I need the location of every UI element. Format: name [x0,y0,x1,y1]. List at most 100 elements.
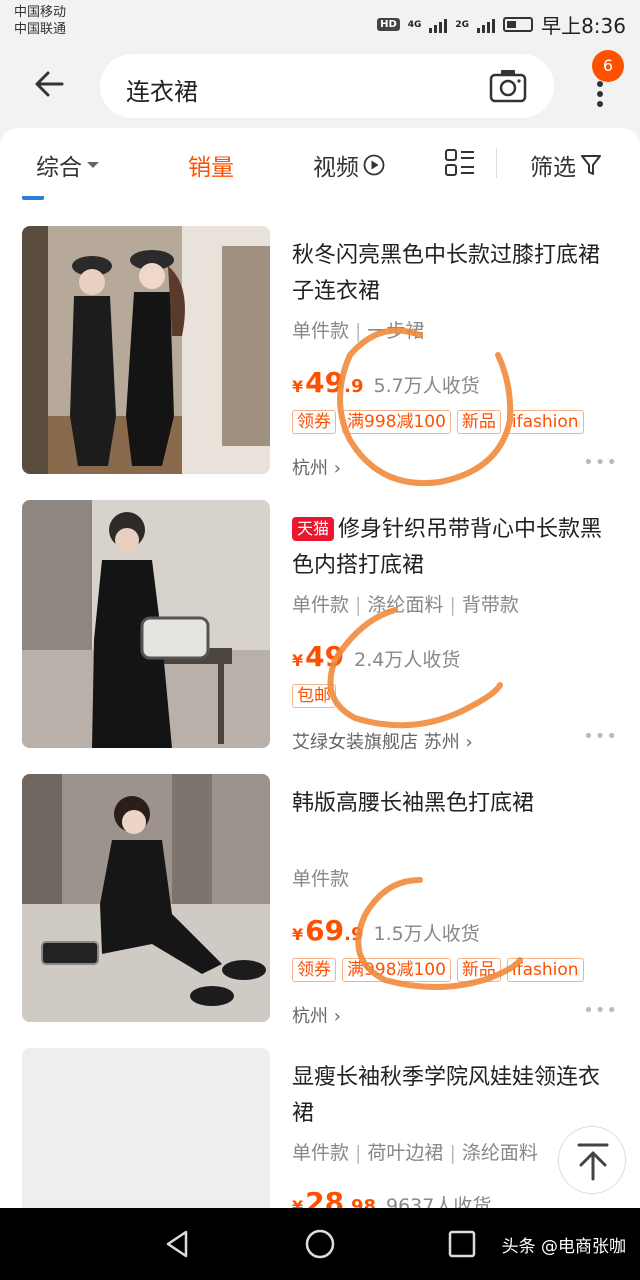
attr: 单件款 [292,320,350,342]
attr: 涤纶面料 [367,594,444,616]
nav-home-icon[interactable] [302,1226,338,1262]
product-title[interactable]: 显瘦长袖秋季学院风娃娃领连衣裙 [292,1060,608,1132]
back-to-top-button[interactable] [558,1126,626,1194]
hd-icon: HD [377,18,400,31]
network-4g-label: 4G [407,19,422,30]
network-2g-label: 2G [455,19,470,30]
clock: 早上8:36 [541,14,626,38]
product-card[interactable]: 天猫 修身针织吊带背心中长款黑色内搭打底裙 单件款 | 涤纶面料 | 背带款 ¥49 2.… [0,500,640,774]
price-int: 49 [305,366,345,399]
product-photo-3 [22,774,270,1022]
carrier-1: 中国移动 [14,5,67,20]
currency-symbol: ¥ [292,925,304,944]
sales-count: 9637人收货 [386,1195,492,1208]
product-image[interactable] [22,774,270,1022]
location-label: 杭州 [292,458,328,479]
tag-coupon: 领券 [292,410,336,434]
product-attributes: 单件款 | 涤纶面料 | 背带款 [292,594,519,616]
chevron-right-icon: › [465,732,473,753]
sales-count: 5.7万人收货 [373,375,480,397]
product-title[interactable]: 天猫 修身针织吊带背心中长款黑色内搭打底裙 [292,512,608,584]
currency-symbol: ¥ [292,651,304,670]
layout-toggle-icon[interactable] [444,148,476,178]
arrow-up-icon [577,1143,609,1181]
attr: 单件款 [292,594,350,616]
promo-tags: 包邮 [292,684,336,708]
nav-back-icon[interactable] [160,1226,196,1262]
carrier-2: 中国联通 [14,22,67,37]
product-photo-2 [22,500,270,748]
product-title[interactable]: 韩版高腰长袖黑色打底裙 [292,786,608,822]
tag-discount: 满998减100 [342,410,451,434]
title-text: 修身针织吊带背心中长款黑色内搭打底裙 [292,517,603,578]
product-card[interactable]: 秋冬闪亮黑色中长款过膝打底裙子连衣裙 单件款 | 一步裙 ¥49.9 5.7万人收货… [0,226,640,500]
tab-comprehensive[interactable]: 综合 [36,148,100,182]
attr: 单件款 [292,1142,350,1164]
funnel-icon [581,155,601,175]
price-row: ¥28.98 9637人收货 [292,1186,491,1208]
price: ¥28.98 [292,1186,376,1208]
product-image-placeholder[interactable] [22,1048,270,1208]
watermark: 头条 @电商张咖 [501,1237,626,1257]
tab-comprehensive-label: 综合 [36,155,82,181]
attr: 背带款 [461,594,519,616]
nav-recents-icon[interactable] [444,1226,480,1262]
search-input[interactable]: 连衣裙 [100,54,554,118]
divider [496,148,497,178]
product-attributes: 单件款 | 荷叶边裙 | 涤纶面料 [292,1142,538,1164]
attr: 荷叶边裙 [367,1142,444,1164]
shop-location[interactable]: 艾绿女装旗舰店 苏州 › [292,728,473,754]
product-list: 秋冬闪亮黑色中长款过膝打底裙子连衣裙 单件款 | 一步裙 ¥49.9 5.7万人收货… [0,196,640,1208]
signal-icon-2 [477,17,496,33]
signal-icon [429,17,448,33]
price-int: 49 [305,640,345,673]
product-card[interactable]: 显瘦长袖秋季学院风娃娃领连衣裙 单件款 | 荷叶边裙 | 涤纶面料 ¥28.98 963… [0,1048,640,1208]
carrier-info: 中国移动 中国联通 [14,4,66,38]
tab-video[interactable]: 视频 [313,148,385,182]
product-attributes: 单件款 | 一步裙 [292,320,425,342]
price: ¥49 [292,640,344,673]
play-circle-icon [363,154,385,176]
promo-tags: 领券 满998减100 新品 ifashion [292,958,584,982]
product-title[interactable]: 秋冬闪亮黑色中长款过膝打底裙子连衣裙 [292,238,608,310]
location-label: 杭州 [292,1006,328,1027]
back-arrow-icon[interactable] [30,64,70,104]
notification-badge: 6 [592,50,624,82]
caret-down-icon [87,162,99,168]
tab-sales[interactable]: 销量 [188,148,234,182]
price-dec: .98 [344,1196,376,1208]
attr: 涤纶面料 [461,1142,538,1164]
tab-video-label: 视频 [313,155,359,181]
price: ¥69.9 [292,914,363,947]
partial-tag [22,196,44,200]
product-image[interactable] [22,500,270,748]
tab-filter[interactable]: 筛选 [530,148,602,182]
tag-new: 新品 [456,958,501,982]
sales-count: 2.4万人收货 [354,649,461,671]
tab-filter-label: 筛选 [530,155,576,181]
sales-count: 1.5万人收货 [373,923,480,945]
tag-new: 新品 [456,410,501,434]
shop-location[interactable]: 杭州 › [292,1002,341,1028]
camera-icon[interactable] [488,68,528,104]
shop-location[interactable]: 杭州 › [292,454,341,480]
price-int: 69 [305,914,345,947]
status-bar: 中国移动 中国联通 HD 4G 2G 早上8:36 [0,0,640,44]
more-dots-icon[interactable]: ••• [583,726,618,747]
product-card[interactable]: 韩版高腰长袖黑色打底裙 单件款 ¥69.9 1.5万人收货 领券 满998减10… [0,774,640,1048]
search-header: 连衣裙 6 [0,44,640,128]
search-query: 连衣裙 [126,78,198,106]
tmall-badge: 天猫 [292,517,335,541]
more-dots-icon[interactable]: ••• [583,452,618,473]
promo-tags: 领券 满998减100 新品 ifashion [292,410,584,434]
product-attributes: 单件款 [292,864,349,891]
attr: 单件款 [292,868,350,890]
price-int: 28 [305,1186,345,1208]
tag-free-shipping: 包邮 [292,684,336,708]
product-image[interactable] [22,226,270,474]
status-icons: HD 4G 2G 早上8:36 [377,10,626,39]
attr: 一步裙 [367,320,425,342]
tab-sales-label: 销量 [188,155,234,181]
more-dots-icon[interactable]: ••• [583,1000,618,1021]
tag-ifashion: ifashion [506,410,584,434]
